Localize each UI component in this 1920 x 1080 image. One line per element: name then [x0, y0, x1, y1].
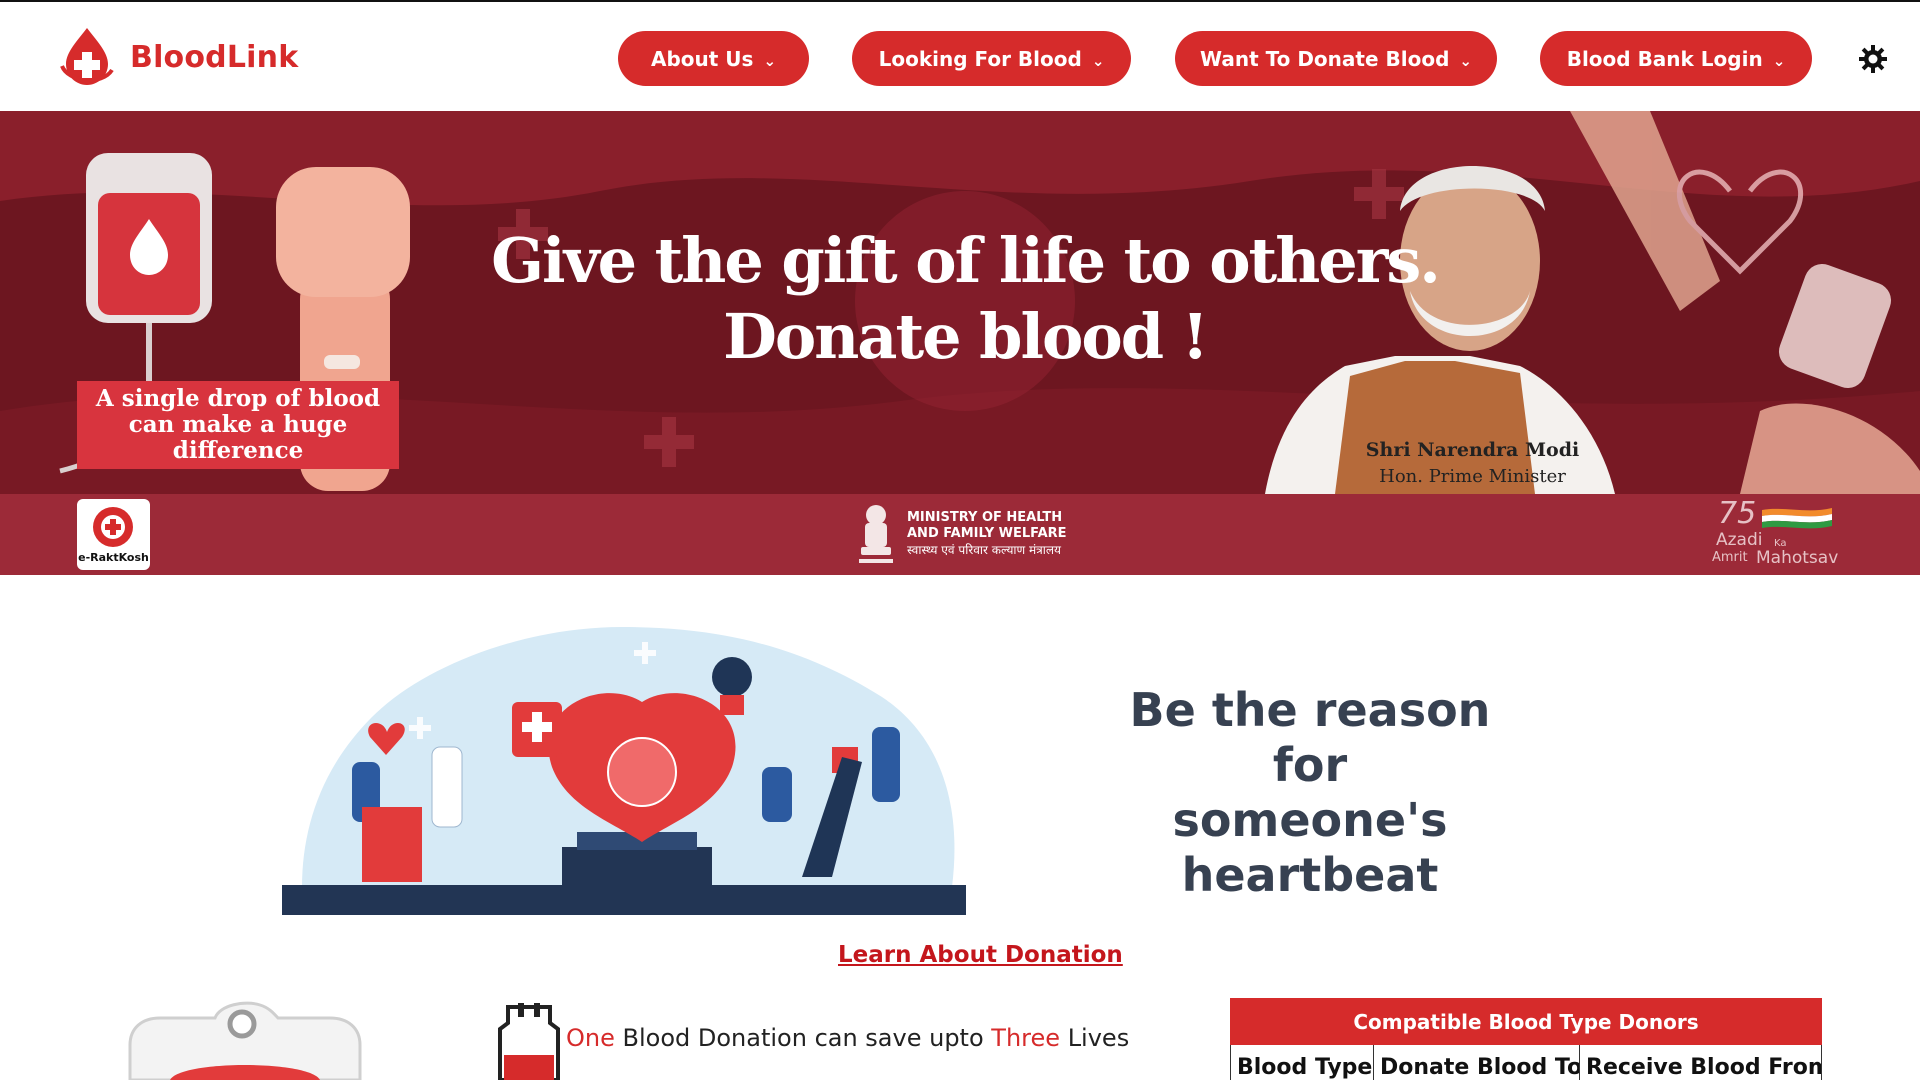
compat-table-header-row: Blood Type Donate Blood To Receive Blood…: [1230, 1045, 1822, 1080]
tagline-line2: for: [1272, 738, 1348, 792]
ministry-text: MINISTRY OF HEALTH AND FAMILY WELFARE स्…: [907, 510, 1067, 558]
e-raktkosh-label: e-RaktKosh: [78, 551, 149, 564]
nav-want-to-donate-button[interactable]: Want To Donate Blood ⌄: [1175, 31, 1497, 86]
nav-looking-for-blood-label: Looking For Blood: [878, 46, 1082, 71]
nhm-emblem-icon: [93, 507, 133, 547]
brand-name: BloodLink: [130, 39, 299, 75]
chevron-down-icon: ⌄: [1459, 51, 1472, 70]
e-raktkosh-logo: e-RaktKosh: [77, 499, 150, 570]
nav-blood-bank-login-button[interactable]: Blood Bank Login ⌄: [1540, 31, 1812, 86]
tagline-line3: someone's heartbeat: [1172, 793, 1448, 902]
azadi-number: 75: [1718, 496, 1757, 531]
tagline: Be the reason for someone's heartbeat: [1040, 683, 1580, 903]
pm-name: Shri Narendra Modi: [1365, 439, 1580, 461]
single-drop-callout: A single drop of blood can make a huge d…: [77, 381, 399, 469]
azadi-word: Azadi: [1716, 530, 1763, 550]
ministry-line2: AND FAMILY WELFARE: [907, 526, 1067, 541]
navbar: BloodLink About Us ⌄ Looking For Blood ⌄…: [0, 0, 1920, 111]
blood-drop-logo-icon: [60, 28, 114, 85]
chevron-down-icon: ⌄: [763, 51, 777, 70]
banner-headline-line2: Donate blood !: [723, 300, 1209, 373]
pm-title: Hon. Prime Minister: [1379, 466, 1566, 487]
lives-three: Three: [991, 1024, 1061, 1052]
banner-headline-line1: Give the gift of life to others.: [491, 224, 1441, 297]
lives-middle: Blood Donation can save upto: [622, 1024, 984, 1052]
gear-icon[interactable]: [1858, 44, 1888, 74]
lives-saved-statement: One Blood Donation can save upto Three L…: [566, 1024, 1129, 1052]
lives-end: Lives: [1067, 1024, 1130, 1052]
blood-bottle-icon: [498, 1003, 560, 1080]
blood-donation-illustration: [282, 607, 966, 915]
compat-header-donate-to: Donate Blood To: [1374, 1045, 1580, 1080]
nav-about-us-button[interactable]: About Us ⌄: [618, 31, 809, 86]
national-emblem-icon: [859, 505, 893, 563]
hero-banner: Give the gift of life to others. Donate …: [0, 111, 1920, 575]
banner-headline: Give the gift of life to others. Donate …: [470, 223, 1460, 375]
compat-table-title: Compatible Blood Type Donors: [1230, 998, 1822, 1045]
nav-want-to-donate-label: Want To Donate Blood: [1200, 46, 1450, 71]
azadi-ka-amrit-mahotsav-logo: 75 Azadi Ka Amrit Mahotsav: [1710, 496, 1850, 572]
nav-looking-for-blood-button[interactable]: Looking For Blood ⌄: [852, 31, 1131, 86]
blood-bag-icon: [128, 1001, 362, 1080]
compat-header-receive-from: Receive Blood From: [1586, 1055, 1821, 1080]
tricolor-flag-icon: [1762, 508, 1832, 529]
compatible-blood-type-table: Compatible Blood Type Donors Blood Type …: [1230, 998, 1822, 1080]
mahotsav-word: Mahotsav: [1756, 548, 1839, 568]
chevron-down-icon: ⌄: [1772, 51, 1786, 70]
tagline-line1: Be the reason: [1129, 683, 1491, 737]
ministry-line1: MINISTRY OF HEALTH: [907, 510, 1063, 525]
amrit-word: Amrit: [1712, 550, 1748, 565]
ministry-hindi: स्वास्थ्य एवं परिवार कल्याण मंत्रालय: [907, 543, 1062, 557]
ministry-logo: MINISTRY OF HEALTH AND FAMILY WELFARE स्…: [855, 499, 1067, 569]
brand[interactable]: BloodLink: [58, 26, 298, 88]
nav-blood-bank-login-label: Blood Bank Login: [1566, 46, 1763, 71]
nav-about-us-label: About Us: [650, 46, 754, 71]
chevron-down-icon: ⌄: [1091, 51, 1105, 70]
compat-header-blood-type: Blood Type: [1231, 1045, 1374, 1080]
learn-about-donation-link[interactable]: Learn About Donation: [838, 942, 1123, 968]
lives-one: One: [566, 1024, 615, 1052]
